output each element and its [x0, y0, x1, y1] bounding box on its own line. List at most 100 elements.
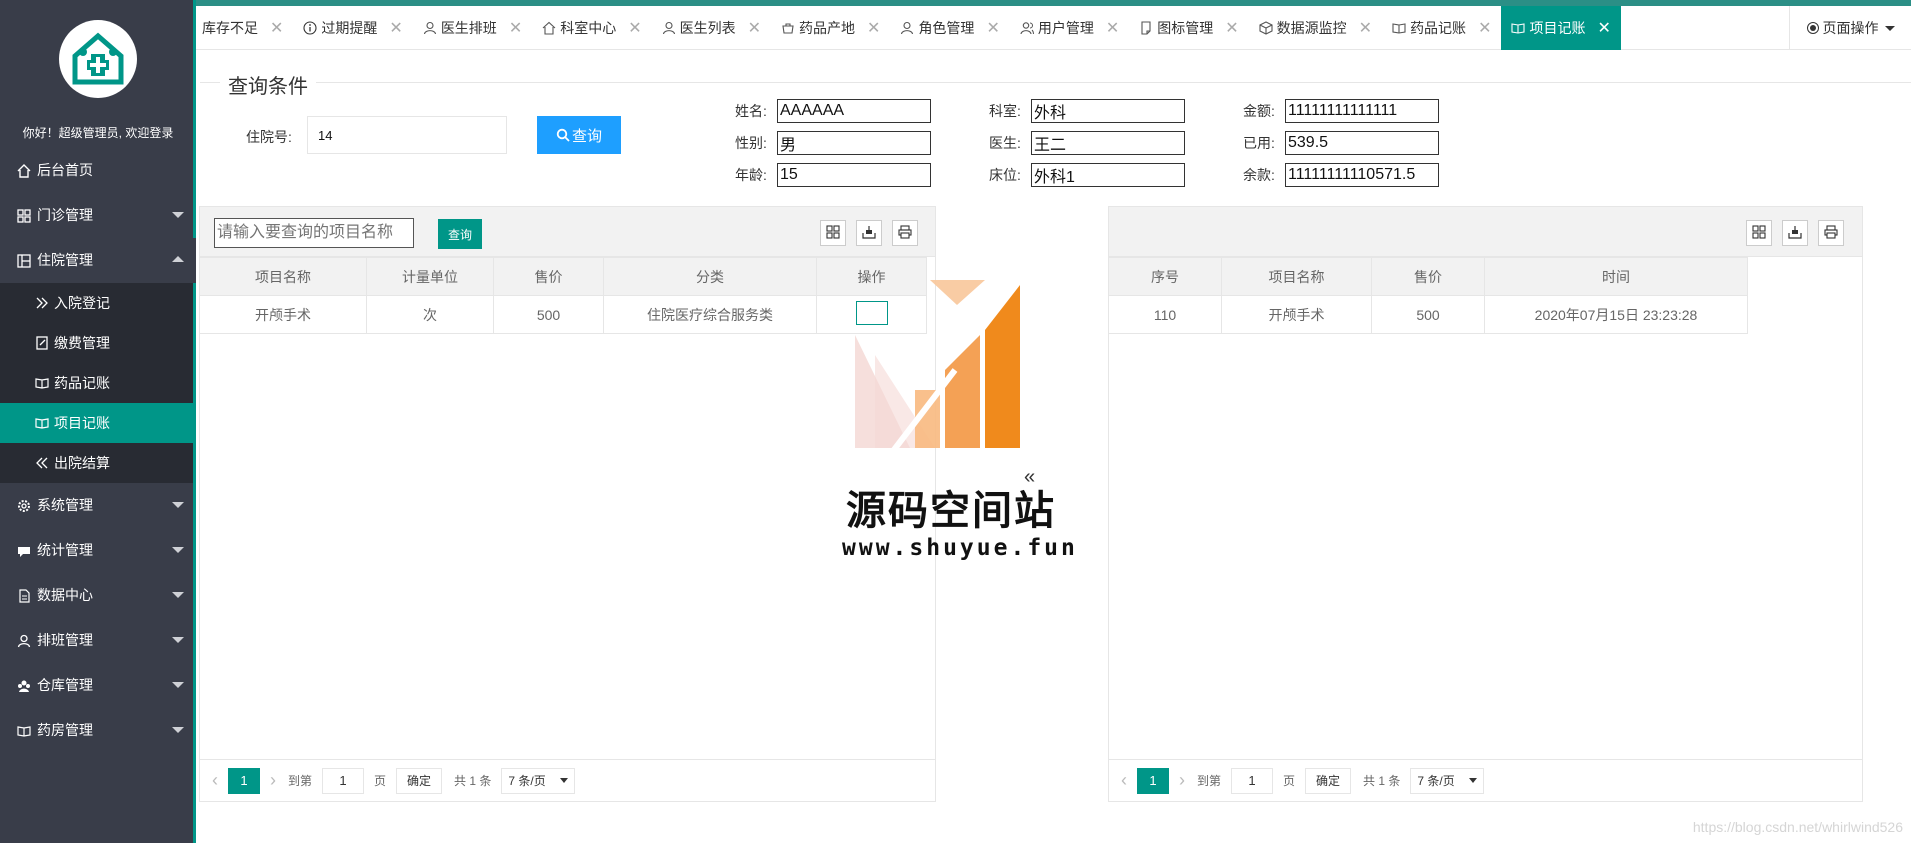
close-icon[interactable]: ✕ — [748, 18, 761, 38]
nav-item-label: 后台首页 — [37, 162, 93, 178]
nav-item-warehouse[interactable]: 仓库管理 — [0, 663, 196, 708]
tab-doctor-list[interactable]: 医生列表 ✕ — [652, 6, 771, 50]
total-count: 共 1 条 — [454, 774, 492, 788]
read-icon — [34, 375, 50, 391]
columns-filter-button[interactable] — [1746, 220, 1772, 246]
tab-expiry[interactable]: 过期提醒 ✕ — [293, 6, 412, 50]
columns-filter-button[interactable] — [820, 220, 846, 246]
nav-item-data-center[interactable]: 数据中心 — [0, 573, 196, 618]
balance-field[interactable] — [1285, 163, 1439, 187]
nav-item-outpatient[interactable]: 门诊管理 — [0, 193, 196, 238]
close-icon[interactable]: ✕ — [1225, 18, 1238, 38]
sub-item-label: 药品记账 — [54, 375, 110, 391]
goto-page-input[interactable]: 1 — [322, 767, 365, 794]
project-list-panel: 查询 项目名称 计量单位 售价 分类 操作 开颅手术 次 500 住院 — [199, 206, 936, 802]
chevron-up-icon — [172, 256, 184, 262]
print-icon — [898, 224, 912, 242]
export-button[interactable] — [856, 220, 882, 246]
close-icon[interactable]: ✕ — [628, 18, 641, 38]
age-field[interactable] — [777, 163, 931, 187]
goto-page-input[interactable]: 1 — [1231, 767, 1274, 794]
table-row[interactable]: 开颅手术 次 500 住院医疗综合服务类 — [199, 295, 927, 334]
close-icon[interactable]: ✕ — [1106, 18, 1119, 38]
read-icon — [1511, 21, 1526, 35]
nav-item-pharmacy[interactable]: 药房管理 — [0, 708, 196, 753]
tab-project-billing[interactable]: 项目记账 ✕ — [1501, 6, 1621, 50]
nav-item-inpatient[interactable]: 住院管理 — [0, 238, 196, 283]
query-button-label: 查询 — [571, 127, 602, 145]
goto-confirm-button[interactable]: 确定 — [1305, 767, 1352, 794]
tab-department[interactable]: 科室中心 ✕ — [532, 6, 651, 50]
sub-item-project-billing[interactable]: 项目记账 — [0, 403, 196, 443]
tab-drug-origin[interactable]: 药品产地 ✕ — [771, 6, 890, 50]
page-unit: 页 — [1283, 774, 1296, 788]
current-page[interactable]: 1 — [228, 767, 260, 794]
sub-item-admission[interactable]: 入院登记 — [0, 283, 196, 323]
prev-page-icon[interactable]: ‹ — [212, 770, 218, 791]
next-page-icon[interactable]: › — [270, 770, 276, 791]
close-icon[interactable]: ✕ — [986, 18, 999, 38]
export-button[interactable] — [1782, 220, 1808, 246]
nav-item-label: 住院管理 — [37, 252, 93, 268]
column-header: 项目名称 — [1221, 257, 1372, 296]
age-label: 年龄: — [735, 167, 767, 183]
close-icon[interactable]: ✕ — [389, 18, 402, 38]
project-search-input[interactable] — [214, 218, 414, 248]
column-header: 序号 — [1108, 257, 1222, 296]
tab-label: 医生列表 — [679, 20, 736, 36]
bed-label: 床位: — [989, 167, 1021, 183]
nav-item-statistics[interactable]: 统计管理 — [0, 528, 196, 573]
close-icon[interactable]: ✕ — [509, 18, 522, 38]
inpatient-no-input[interactable] — [307, 116, 507, 154]
tab-stock-low[interactable]: 库存不足 ✕ — [196, 6, 293, 50]
amount-field[interactable] — [1285, 99, 1439, 123]
close-icon[interactable]: ✕ — [1478, 18, 1491, 38]
tab-user[interactable]: 用户管理 ✕ — [1010, 6, 1129, 50]
tab-drug-billing[interactable]: 药品记账 ✕ — [1382, 6, 1501, 50]
print-button[interactable] — [1818, 220, 1844, 246]
bed-field[interactable] — [1031, 163, 1185, 187]
sub-item-discharge[interactable]: 出院结算 — [0, 443, 196, 483]
tab-label: 角色管理 — [918, 20, 975, 36]
tab-doctor-schedule[interactable]: 医生排班 ✕ — [413, 6, 532, 50]
sub-item-payment[interactable]: 缴费管理 — [0, 323, 196, 363]
gear-icon — [16, 498, 32, 514]
sub-item-drug-billing[interactable]: 药品记账 — [0, 363, 196, 403]
project-search-button[interactable]: 查询 — [438, 219, 482, 249]
name-field[interactable] — [777, 99, 931, 123]
used-field[interactable] — [1285, 131, 1439, 155]
close-icon[interactable]: ✕ — [1597, 18, 1610, 38]
goto-label: 到第 — [1197, 774, 1222, 788]
query-button[interactable]: 查询 — [537, 116, 621, 154]
nav-item-system[interactable]: 系统管理 — [0, 483, 196, 528]
tab-label: 图标管理 — [1157, 20, 1214, 36]
next-page-icon[interactable]: › — [1179, 770, 1185, 791]
sub-item-label: 入院登记 — [54, 295, 110, 311]
tabs-strip: 库存不足 ✕ 过期提醒 ✕ 医生排班 ✕ 科室中心 ✕ 医生列表 ✕ 药品产地 … — [196, 6, 1621, 50]
close-icon[interactable]: ✕ — [867, 18, 880, 38]
per-page-select[interactable]: 7 条/页 — [501, 767, 576, 794]
tab-icon-management[interactable]: 图标管理 ✕ — [1129, 6, 1248, 50]
nav-item-schedule[interactable]: 排班管理 — [0, 618, 196, 663]
billing-record-table: 序号 项目名称 售价 时间 110 开颅手术 500 2020年07月15日 2… — [1108, 257, 1748, 334]
close-icon[interactable]: ✕ — [1359, 18, 1372, 38]
query-legend: 查询条件 — [220, 70, 316, 99]
goto-confirm-button[interactable]: 确定 — [396, 767, 443, 794]
doctor-field[interactable] — [1031, 131, 1185, 155]
tab-label: 药品产地 — [799, 20, 856, 36]
user-icon — [662, 21, 676, 35]
page-operations-dropdown[interactable]: 页面操作 — [1789, 6, 1911, 50]
prev-page-icon[interactable]: ‹ — [1121, 770, 1127, 791]
tab-datasource-monitor[interactable]: 数据源监控 ✕ — [1249, 6, 1382, 50]
current-page[interactable]: 1 — [1137, 767, 1169, 794]
user-icon — [16, 633, 32, 649]
gender-field[interactable] — [777, 131, 931, 155]
table-row[interactable]: 110 开颅手术 500 2020年07月15日 23:23:28 — [1108, 295, 1748, 334]
print-button[interactable] — [892, 220, 918, 246]
nav-item-home[interactable]: 后台首页 — [0, 148, 196, 193]
columns-icon — [16, 253, 32, 269]
tab-role[interactable]: 角色管理 ✕ — [890, 6, 1009, 50]
per-page-select[interactable]: 7 条/页 — [1410, 767, 1485, 794]
dept-field[interactable] — [1031, 99, 1185, 123]
close-icon[interactable]: ✕ — [270, 18, 283, 38]
